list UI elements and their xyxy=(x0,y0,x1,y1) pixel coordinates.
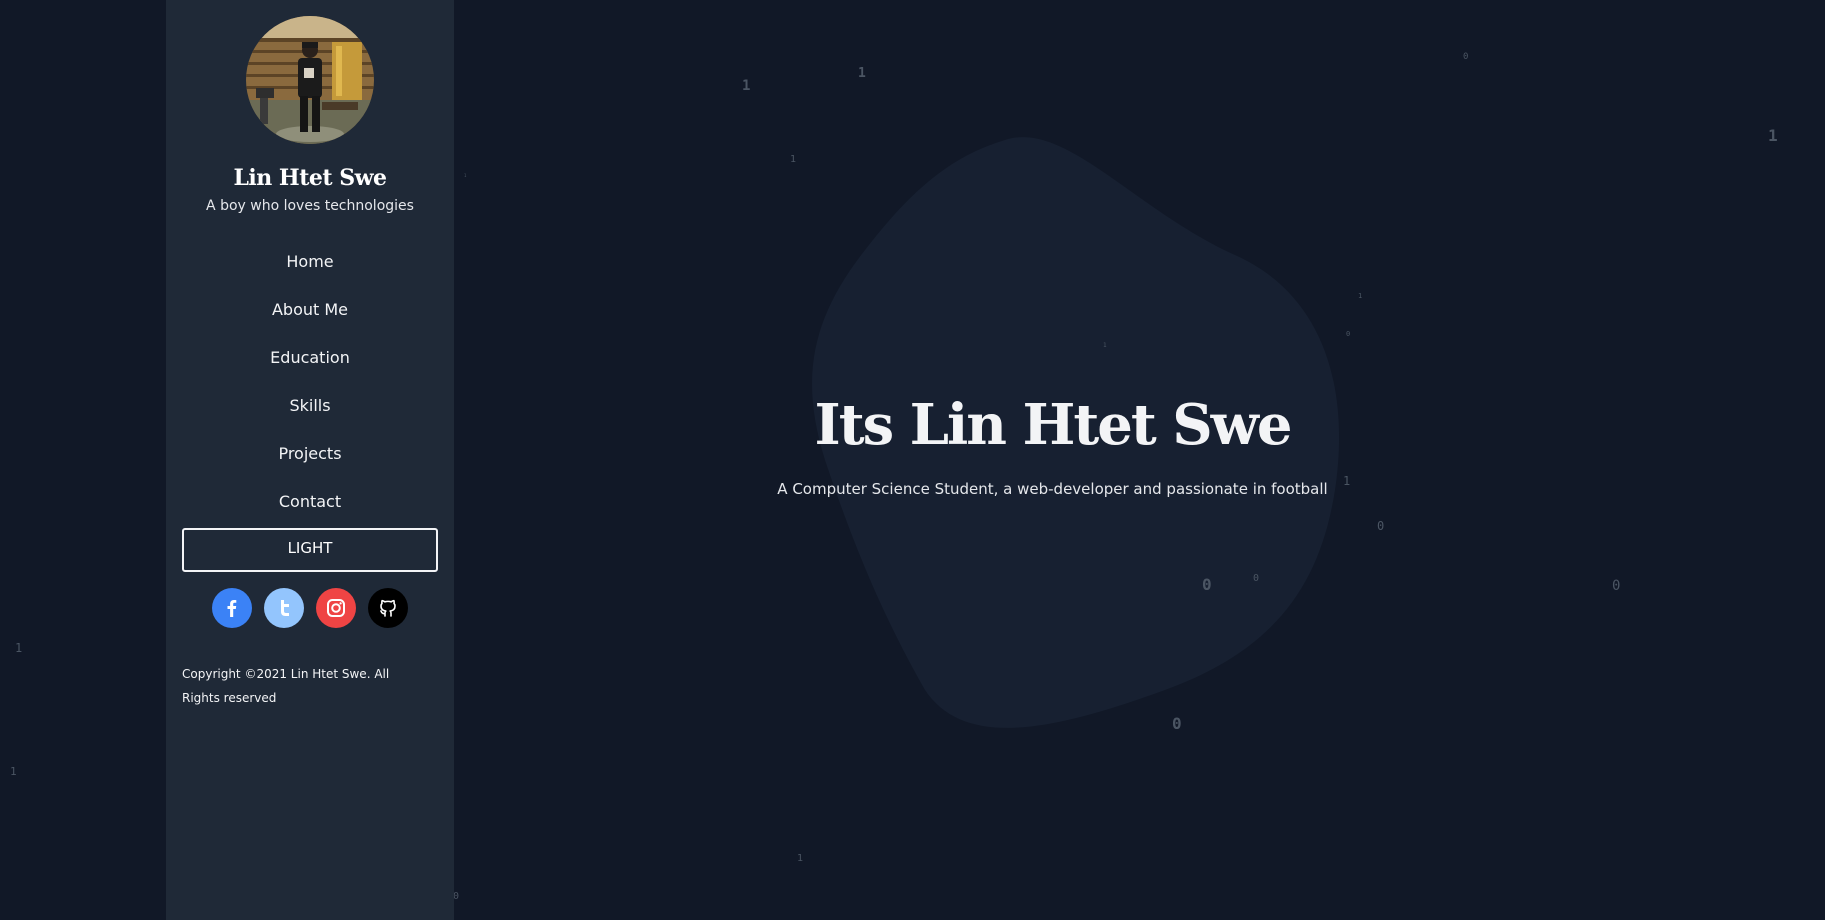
copyright-text: Copyright ©2021 Lin Htet Swe. All Rights… xyxy=(182,667,390,705)
background-digit: 1 xyxy=(1103,342,1107,349)
profile-name: Lin Htet Swe xyxy=(233,165,387,191)
nav-item-home[interactable]: Home xyxy=(166,244,454,292)
facebook-link[interactable] xyxy=(212,588,252,628)
profile-tagline: A boy who loves technologies xyxy=(206,198,414,214)
instagram-link[interactable] xyxy=(316,588,356,628)
background-digit: 1 xyxy=(464,173,467,178)
facebook-icon xyxy=(227,600,237,617)
social-links xyxy=(166,588,454,628)
nav-item-projects[interactable]: Projects xyxy=(166,436,454,484)
theme-toggle-button[interactable]: LIGHT xyxy=(182,528,438,572)
background-digit: 0 xyxy=(1346,330,1351,338)
background-digit: 1 xyxy=(742,78,751,94)
nav-item-contact[interactable]: Contact xyxy=(166,484,454,532)
background-digit: 1 xyxy=(1358,292,1363,300)
instagram-icon xyxy=(327,599,345,617)
page: 1 1 1 1 1 1 1 1 1 1 1 0 0 0 0 0 0 0 0 Li… xyxy=(0,0,1825,920)
nav-item-about-me[interactable]: About Me xyxy=(166,292,454,340)
background-digit: 1 xyxy=(790,154,797,165)
background-digit: 1 xyxy=(858,66,866,81)
background-digit: 0 xyxy=(1377,519,1385,533)
background-digit: 0 xyxy=(1253,573,1260,584)
background-digit: 0 xyxy=(1202,575,1212,594)
github-link[interactable] xyxy=(368,588,408,628)
background-digit: 1 xyxy=(797,853,804,864)
twitter-link[interactable] xyxy=(264,588,304,628)
sidebar: Lin Htet Swe A boy who loves technologie… xyxy=(166,0,454,920)
hero-subtitle: A Computer Science Student, a web-develo… xyxy=(777,480,1328,498)
nav-item-education[interactable]: Education xyxy=(166,340,454,388)
avatar xyxy=(246,16,374,144)
twitter-icon xyxy=(281,600,289,616)
background-digit: 0 xyxy=(1463,52,1469,62)
github-icon xyxy=(380,599,396,617)
background-digit: 1 xyxy=(15,641,23,655)
background-digit: 0 xyxy=(1172,714,1182,733)
hero-title: Its Lin Htet Swe xyxy=(814,392,1293,458)
background-digit: 1 xyxy=(1768,126,1778,145)
nav-item-skills[interactable]: Skills xyxy=(166,388,454,436)
background-digit: 1 xyxy=(10,765,17,778)
sidebar-nav: Home About Me Education Skills Projects … xyxy=(166,244,454,532)
background-digit: 0 xyxy=(1612,578,1621,594)
